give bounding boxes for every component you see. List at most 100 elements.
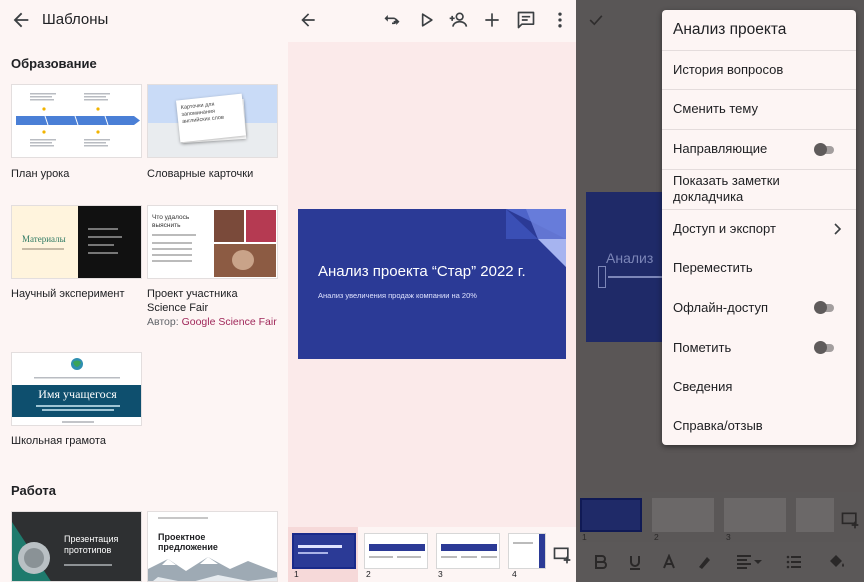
photo-3 [214, 244, 276, 277]
dimmed-thumb-1 [580, 498, 642, 532]
new-slide-icon [841, 512, 859, 529]
thumb-title: Что удалось выяснить [152, 214, 190, 229]
offline-toggle[interactable] [814, 301, 836, 314]
menu-item-label: Направляющие [673, 141, 768, 156]
menu-item-help-feedback[interactable]: Справка/отзыв [662, 406, 856, 445]
slide-corner-decoration [506, 209, 566, 267]
thumb-decoration [12, 522, 51, 581]
back-arrow-icon[interactable] [298, 10, 318, 30]
slide-number: 2 [654, 532, 659, 542]
thumb-dark-half [78, 206, 141, 278]
selection-handle [598, 266, 606, 288]
editor-toolbar [288, 0, 576, 42]
template-prototype-thumb[interactable]: Презентация прототипов [11, 511, 142, 582]
template-proposal-thumb[interactable]: Проектное предложение [147, 511, 278, 582]
checkmark-icon[interactable] [586, 10, 606, 30]
text-color-icon [663, 554, 675, 569]
menu-item-label: Переместить [673, 260, 753, 275]
add-icon[interactable] [482, 10, 502, 30]
menu-item-label: Пометить [673, 340, 732, 355]
card-front-text: Карточки для запоминания английских слов [175, 93, 247, 143]
page-title: Шаблоны [42, 11, 109, 28]
thumb-line [22, 248, 64, 250]
guides-toggle[interactable] [814, 143, 836, 156]
menu-item-label: Доступ и экспорт [673, 221, 776, 236]
thumb-title: Проектное предложение [158, 532, 218, 552]
slide-filmstrip: 1 2 3 4 [288, 527, 576, 582]
menu-item-details[interactable]: Сведения [662, 367, 856, 406]
templates-top-bar: Шаблоны [0, 0, 288, 40]
thumb-title: Материалы [22, 234, 66, 244]
slide-thumb-3[interactable] [436, 533, 500, 569]
template-name[interactable]: Научный эксперимент [11, 287, 125, 301]
menu-item-speaker-notes[interactable]: Показать заметки докладчика [662, 170, 856, 210]
template-name[interactable]: Проект участника Science Fair [147, 287, 277, 315]
slide-thumb-1[interactable] [292, 533, 356, 569]
slide-number: 3 [726, 532, 731, 542]
dimmed-slide-title: Анализ [606, 250, 654, 266]
dimmed-thumb-4 [796, 498, 834, 532]
menu-item-label: Показать заметки докладчика [673, 173, 780, 204]
overflow-menu: Анализ проекта История вопросов Сменить … [662, 10, 856, 445]
template-name[interactable]: Словарные карточки [147, 167, 253, 181]
menu-item-guides[interactable]: Направляющие [662, 130, 856, 169]
menu-item-label: Справка/отзыв [673, 418, 763, 433]
menu-item-label: Сменить тему [673, 101, 758, 116]
slide-title[interactable]: Анализ проекта “Стар” 2022 г. [318, 263, 526, 280]
template-name[interactable]: Школьная грамота [11, 434, 106, 448]
thumb-title: Презентация прототипов [64, 534, 119, 555]
template-author: Автор: Google Science Fair [147, 316, 277, 328]
section-work-heading: Работа [11, 483, 56, 498]
current-slide[interactable]: Анализ проекта “Стар” 2022 г. Анализ уве… [298, 209, 566, 359]
slide-thumb-4[interactable] [508, 533, 546, 569]
menu-item-label: История вопросов [673, 62, 784, 77]
back-arrow-icon[interactable] [10, 9, 32, 31]
slide-number: 4 [512, 569, 517, 579]
slide-number: 2 [366, 569, 371, 579]
template-science-experiment-thumb[interactable]: Материалы [11, 205, 142, 279]
photo-2 [246, 210, 276, 242]
editor-panel: Анализ проекта “Стар” 2022 г. Анализ уве… [288, 0, 576, 582]
section-education-heading: Образование [11, 56, 97, 71]
lesson-plan-preview [12, 85, 141, 157]
slide-number: 3 [438, 569, 443, 579]
photo-1 [214, 210, 244, 242]
dimmed-thumb-3 [724, 498, 786, 532]
template-name[interactable]: План урока [11, 167, 69, 181]
menu-item-label: Сведения [673, 379, 733, 394]
template-certificate-thumb[interactable]: Имя учащегося [11, 352, 142, 426]
mountains-image [148, 557, 277, 581]
dimmed-filmstrip: 1 2 3 [576, 492, 864, 542]
menu-panel: Анализ 1 2 3 Анализ проекта История вопр… [576, 0, 864, 582]
play-icon[interactable] [416, 10, 436, 30]
menu-item-offline[interactable]: Офлайн-доступ [662, 288, 856, 327]
thumb-title: Имя учащегося [38, 387, 117, 401]
menu-item-change-theme[interactable]: Сменить тему [662, 90, 856, 129]
menu-item-label: Офлайн-доступ [673, 300, 769, 315]
more-vert-icon[interactable] [550, 10, 570, 30]
list-icon [786, 555, 801, 569]
highlight-icon [699, 557, 710, 569]
menu-item-move[interactable]: Переместить [662, 249, 856, 288]
bold-icon [595, 555, 607, 569]
align-icon [737, 555, 762, 569]
slide-subtitle[interactable]: Анализ увеличения продаж компании на 20% [318, 291, 477, 300]
menu-item-question-history[interactable]: История вопросов [662, 50, 856, 89]
slide-number: 1 [582, 532, 587, 542]
template-lesson-plan-thumb[interactable] [11, 84, 142, 158]
template-science-fair-thumb[interactable]: Что удалось выяснить [147, 205, 278, 279]
star-toggle[interactable] [814, 341, 836, 354]
menu-item-star[interactable]: Пометить [662, 328, 856, 367]
menu-header: Анализ проекта [673, 21, 787, 38]
add-person-icon[interactable] [448, 10, 468, 30]
undo-redo-icon[interactable] [382, 10, 402, 30]
new-slide-icon[interactable] [552, 545, 572, 565]
underline-icon [630, 556, 640, 570]
author-link[interactable]: Google Science Fair [182, 316, 277, 328]
chevron-right-icon [834, 223, 842, 235]
slide-thumb-2[interactable] [364, 533, 428, 569]
comment-icon[interactable] [516, 10, 536, 30]
template-vocab-cards-thumb[interactable]: Карточки для запоминания английских слов [147, 84, 278, 158]
menu-item-share-export[interactable]: Доступ и экспорт [662, 210, 856, 249]
fill-color-icon [830, 555, 844, 567]
